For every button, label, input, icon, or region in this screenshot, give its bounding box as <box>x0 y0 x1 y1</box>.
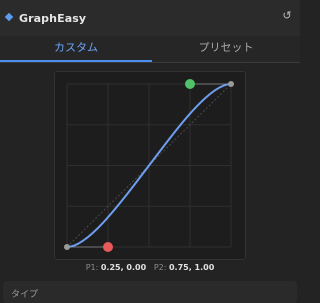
type-label: タイプ <box>11 290 39 300</box>
app-header: GraphEasy ↺ <box>0 0 300 36</box>
p1-handle[interactable] <box>103 242 113 252</box>
tab-bar: カスタム プリセット <box>0 36 300 62</box>
start-point <box>64 244 70 250</box>
p1-value: 0.25, 0.00 <box>100 263 147 272</box>
end-point <box>228 81 234 87</box>
p1-label: P1: <box>85 263 99 272</box>
reset-icon[interactable]: ↺ <box>280 9 294 23</box>
p2-handle[interactable] <box>185 79 195 89</box>
tab-custom[interactable]: カスタム <box>0 36 152 62</box>
p2-value: 0.75, 1.00 <box>168 263 215 272</box>
bezier-canvas[interactable] <box>55 72 247 261</box>
tab-divider <box>0 62 300 63</box>
diamond-icon <box>4 12 14 22</box>
tab-presets[interactable]: プリセット <box>152 36 300 62</box>
p2-label: P2: <box>153 263 167 272</box>
app-title: GraphEasy <box>19 12 87 25</box>
control-point-readout: P1: 0.25, 0.00 P2: 0.75, 1.00 <box>0 263 300 277</box>
bezier-graph[interactable] <box>54 71 246 260</box>
